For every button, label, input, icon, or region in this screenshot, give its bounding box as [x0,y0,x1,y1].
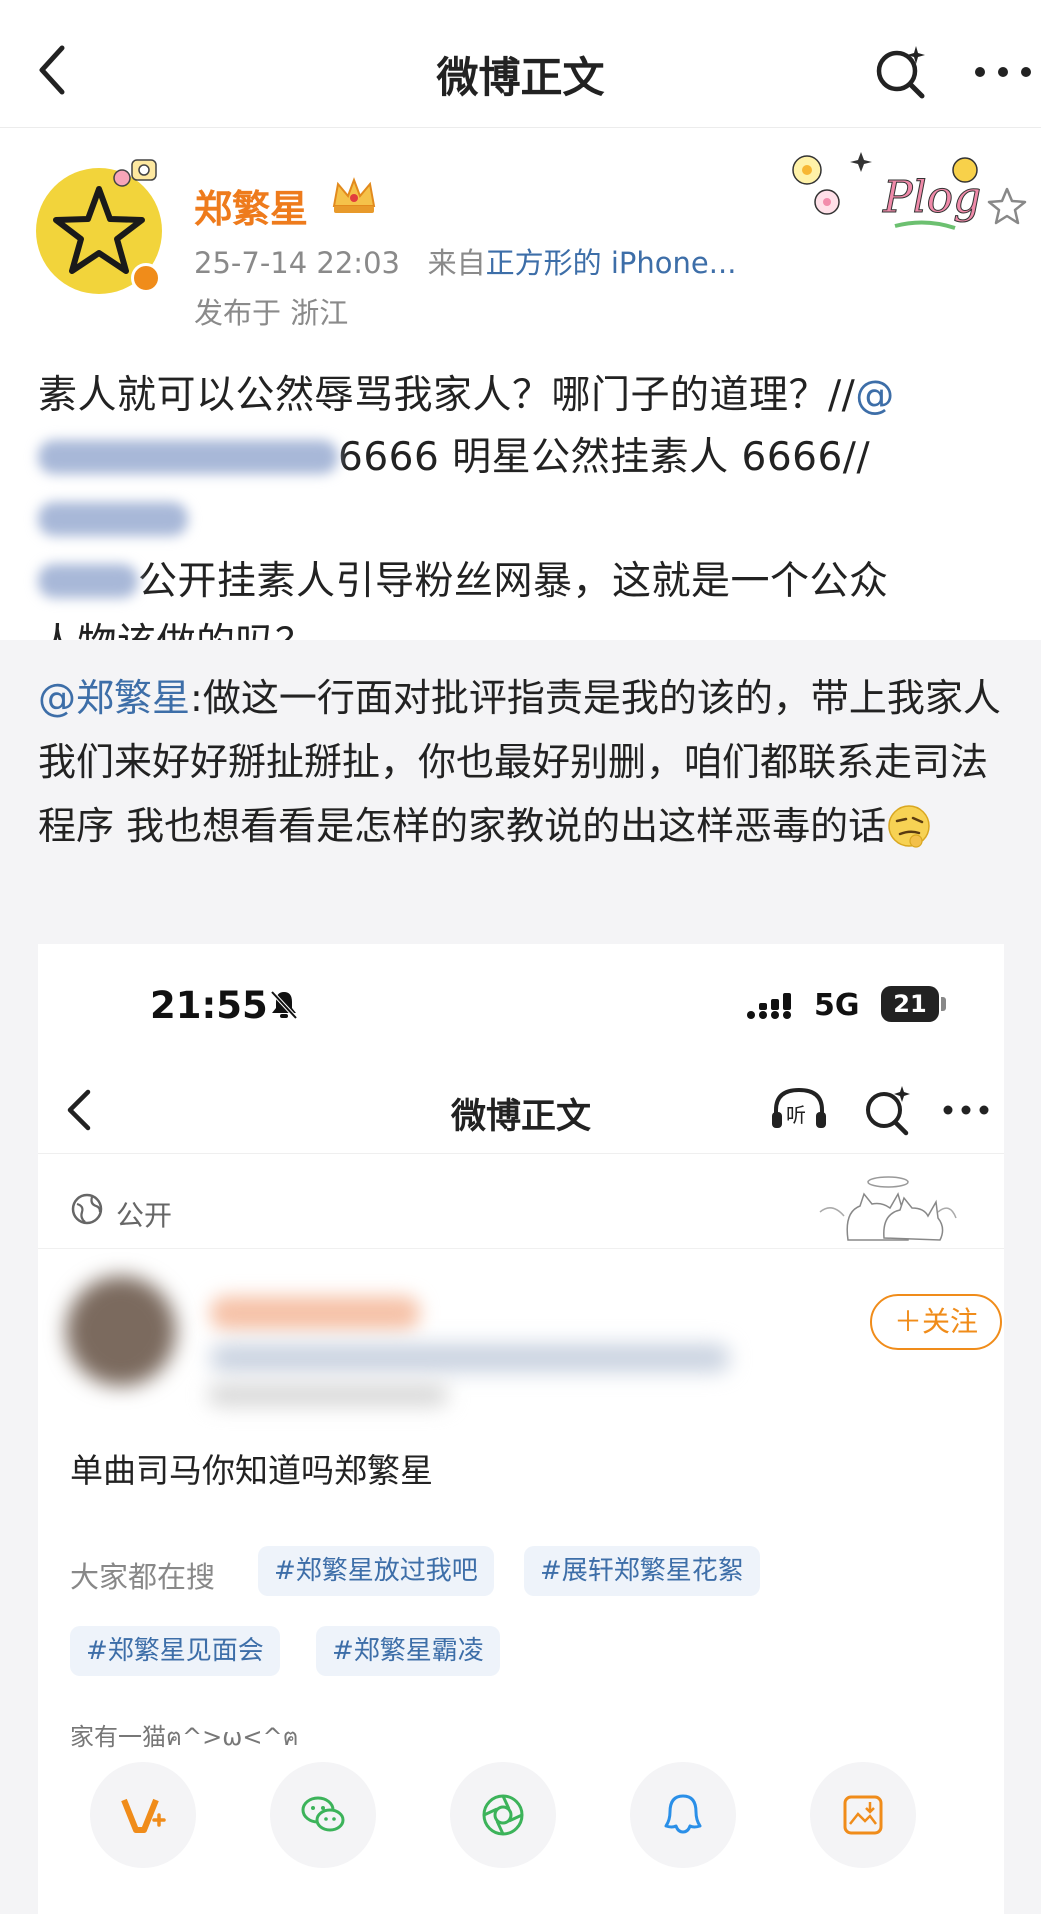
blurred-username [38,440,338,474]
hot-search-tag[interactable]: #郑繁星霸凌 [316,1626,500,1676]
wechat-icon [301,1796,345,1832]
battery-level: 21 [881,986,939,1022]
favorite-star-icon[interactable] [986,185,1028,227]
post-location: 发布于 浙江 [194,296,349,330]
inner-search-sparkle-icon[interactable] [860,1082,916,1138]
moments-icon [482,1794,524,1836]
blurred-username [38,502,188,536]
inner-more-dots-icon[interactable] [938,1082,994,1138]
inner-post-text: 单曲司马你知道吗郑繁星 [70,1451,433,1490]
verified-badge-icon [131,263,161,293]
author-name[interactable]: 郑繁星 [194,178,308,233]
inner-nav: 微博正文 听 [38,1066,1004,1154]
post-body: 素人就可以公然辱骂我家人？哪门子的道理？//@ 6666 明星公然挂素人 666… [38,365,1008,675]
inner-source-text: 家有一猫ฅ^>ω<^ฅ [70,1723,299,1751]
qq-icon [664,1794,702,1834]
crown-member-icon [332,177,376,213]
hot-search-tag[interactable]: #郑繁星见面会 [70,1626,280,1676]
svg-text:听: 听 [786,1103,806,1127]
qq-share-button[interactable] [630,1762,736,1868]
post-time: 25-7-14 22:03 [194,246,400,280]
more-dots-icon[interactable] [970,42,1036,100]
mention-link[interactable]: @ [855,373,895,418]
author-avatar[interactable] [36,159,162,294]
status-time: 21:55 [150,984,268,1027]
network-type: 5G [814,988,860,1023]
from-label: 来自 [427,246,486,280]
blurred-meta [208,1384,448,1406]
mute-bell-icon [270,990,298,1020]
save-image-share-button[interactable] [810,1762,916,1868]
signal-strength-icon [747,993,791,1019]
post-line-3: 公开挂素人引导粉丝网暴，这就是一个公众 [138,559,889,604]
hot-search-label: 大家都在搜 [70,1560,216,1594]
visibility-label: 公开 [116,1199,173,1232]
vplus-share-button[interactable] [90,1762,196,1868]
embedded-screenshot[interactable]: 21:55 5G 21 微博正文 听 公开 ＋关注 单曲司马你知道吗郑繁星 大家… [38,944,1004,1914]
moments-share-button[interactable] [450,1762,556,1868]
blurred-meta [210,1344,730,1372]
post-meta: 25-7-14 22:03 来自正方形的 iPhone... [194,240,736,282]
hot-search-tag[interactable]: #展轩郑繁星花絮 [524,1546,760,1596]
smirk-emoji-icon [888,805,930,848]
post-source[interactable]: 正方形的 iPhone... [486,246,737,280]
avatar-pendant-icon [113,159,157,187]
post-line-2: 6666 明星公然挂素人 6666// [338,435,871,480]
divider [38,1248,1004,1249]
save-image-icon [843,1795,883,1835]
blurred-username [38,564,138,598]
search-sparkle-icon[interactable] [872,42,930,100]
angel-cats-sticker-icon [819,1176,957,1241]
blurred-username [210,1296,420,1330]
listen-headphones-icon[interactable]: 听 [768,1082,830,1138]
top-nav: 微博正文 [0,0,1041,128]
plog-sticker-icon: Plog [792,152,982,230]
vplus-icon [121,1798,166,1833]
wechat-share-button[interactable] [270,1762,376,1868]
quoted-post-text: @郑繁星:做这一行面对批评指责是我的该的，带上我家人我们来好好掰扯掰扯，你也最好… [38,666,1008,858]
post-line-1: 素人就可以公然辱骂我家人？哪门子的道理？// [38,373,856,418]
star-avatar-icon [53,186,145,274]
quoted-mention[interactable]: @郑繁星 [38,676,190,720]
globe-public-icon [71,1193,103,1225]
follow-button[interactable]: ＋关注 [870,1294,1002,1350]
hot-search-tag[interactable]: #郑繁星放过我吧 [258,1546,494,1596]
battery-tip [941,997,946,1011]
blurred-avatar [66,1276,176,1386]
